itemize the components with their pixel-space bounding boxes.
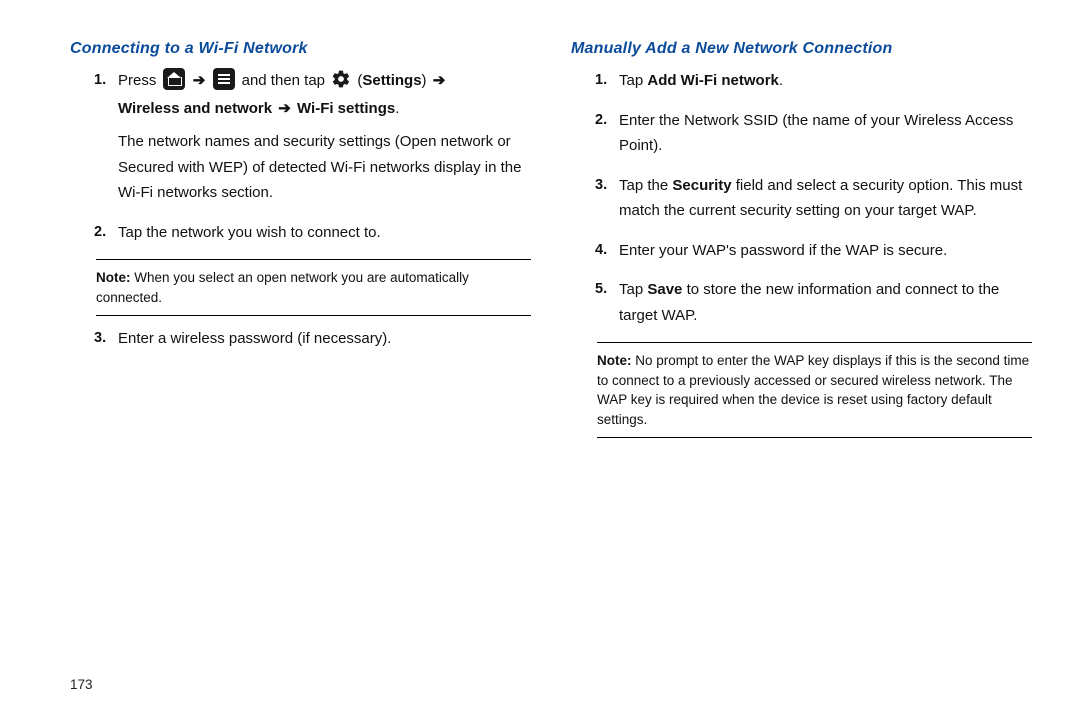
manual-page: Connecting to a Wi-Fi Network 1. Press ➔…	[0, 0, 1080, 720]
step-number: 3.	[595, 173, 607, 198]
left-steps: 1. Press ➔ and then tap (Settings) ➔	[70, 68, 531, 245]
arrow-icon: ➔	[431, 68, 448, 94]
arrow-icon: ➔	[191, 68, 208, 94]
step-number: 1.	[595, 68, 607, 93]
menu-icon	[213, 68, 235, 90]
note-text: No prompt to enter the WAP key displays …	[597, 353, 1029, 427]
step-text: Enter a wireless password (if necessary)…	[118, 330, 391, 347]
page-number: 173	[70, 677, 93, 692]
step-text: Tap Add Wi-Fi network.	[619, 72, 783, 89]
step-line2: Wireless and network ➔ Wi-Fi settings.	[118, 96, 531, 122]
text-pre: Tap	[619, 281, 647, 298]
note-label: Note:	[597, 353, 635, 368]
left-step-1: 1. Press ➔ and then tap (Settings) ➔	[98, 68, 531, 206]
paren-close: )	[422, 72, 431, 89]
step-text: Tap Save to store the new information an…	[619, 281, 999, 324]
right-steps: 1. Tap Add Wi-Fi network. 2. Enter the N…	[571, 68, 1032, 328]
wifi-settings-label: Wi-Fi settings	[297, 100, 395, 117]
step-number: 3.	[94, 326, 106, 351]
text-pre: Tap	[619, 72, 647, 89]
text-pre: Tap the	[619, 177, 672, 194]
text-post: .	[779, 72, 783, 89]
divider	[96, 315, 531, 316]
home-icon	[163, 68, 185, 90]
note-text: When you select an open network you are …	[96, 270, 469, 305]
step-description: The network names and security settings …	[118, 129, 531, 206]
divider	[597, 342, 1032, 343]
step-number: 2.	[595, 108, 607, 133]
right-step-2: 2. Enter the Network SSID (the name of y…	[599, 108, 1032, 159]
note-label: Note:	[96, 270, 134, 285]
step-number: 5.	[595, 277, 607, 302]
left-step-3: 3. Enter a wireless password (if necessa…	[98, 326, 531, 352]
left-step-2: 2. Tap the network you wish to connect t…	[98, 220, 531, 246]
divider	[597, 437, 1032, 438]
right-column: Manually Add a New Network Connection 1.…	[571, 40, 1032, 446]
right-step-5: 5. Tap Save to store the new information…	[599, 277, 1032, 328]
left-column: Connecting to a Wi-Fi Network 1. Press ➔…	[70, 40, 531, 446]
wireless-network-label: Wireless and network	[118, 100, 276, 117]
right-step-3: 3. Tap the Security field and select a s…	[599, 173, 1032, 224]
step-text: Press ➔ and then tap (Settings) ➔	[118, 72, 447, 89]
section-title-manual: Manually Add a New Network Connection	[571, 40, 1032, 58]
section-title-connecting: Connecting to a Wi-Fi Network	[70, 40, 531, 58]
step-text: Enter your WAP's password if the WAP is …	[619, 242, 947, 259]
security-label: Security	[672, 177, 731, 194]
divider	[96, 259, 531, 260]
settings-label: Settings	[362, 72, 421, 89]
step-number: 1.	[94, 68, 106, 93]
arrow-icon: ➔	[276, 96, 293, 122]
step-text: Tap the Security field and select a secu…	[619, 177, 1022, 220]
add-wifi-label: Add Wi-Fi network	[647, 72, 779, 89]
step-text: Enter the Network SSID (the name of your…	[619, 112, 1013, 155]
gear-icon	[331, 69, 351, 89]
text-then-tap: and then tap	[242, 72, 330, 89]
left-steps-continued: 3. Enter a wireless password (if necessa…	[70, 326, 531, 352]
right-step-1: 1. Tap Add Wi-Fi network.	[599, 68, 1032, 94]
step-number: 2.	[94, 220, 106, 245]
two-column-layout: Connecting to a Wi-Fi Network 1. Press ➔…	[70, 40, 1032, 446]
save-label: Save	[647, 281, 682, 298]
right-step-4: 4. Enter your WAP's password if the WAP …	[599, 238, 1032, 264]
step-text: Tap the network you wish to connect to.	[118, 224, 381, 241]
note-block: Note: When you select an open network yo…	[96, 268, 531, 307]
text-press: Press	[118, 72, 161, 89]
period: .	[395, 100, 399, 117]
note-block: Note: No prompt to enter the WAP key dis…	[597, 351, 1032, 429]
step-number: 4.	[595, 238, 607, 263]
